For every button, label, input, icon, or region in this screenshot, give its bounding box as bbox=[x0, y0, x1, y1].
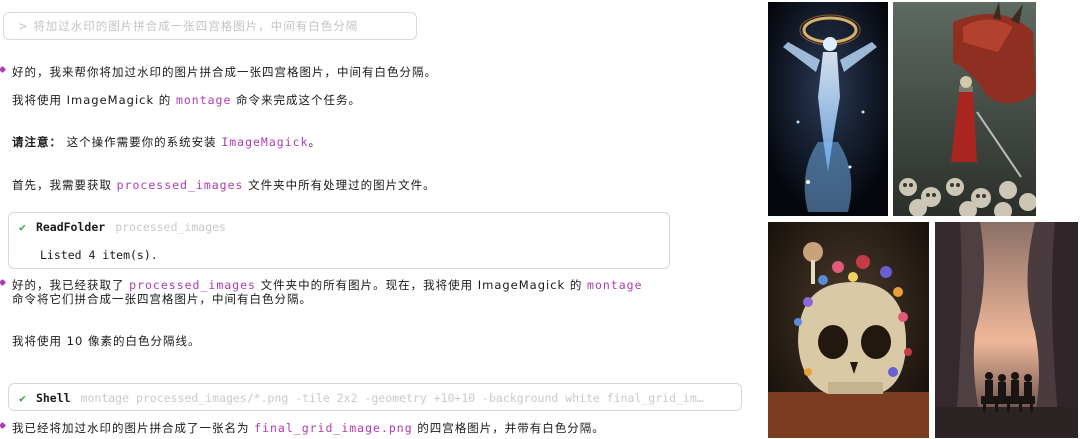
message-text: 文件夹中所有处理过的图片文件。 bbox=[243, 178, 436, 192]
message-text: 我将使用 10 像素的白色分隔线。 bbox=[12, 334, 201, 348]
tool-result: Listed 4 item(s). bbox=[40, 248, 158, 262]
code-inline: processed_images bbox=[116, 178, 244, 192]
tool-header: ✔ ReadFolder processed_images bbox=[19, 220, 226, 234]
assistant-message: 我将使用 10 像素的白色分隔线。 bbox=[12, 333, 200, 349]
message-text: 文件夹中的所有图片。现在，我将使用 ImageMagick 的 bbox=[255, 278, 588, 292]
assistant-message: 好的，我来帮你将加过水印的图片拼合成一张四宫格图片，中间有白色分隔。 bbox=[12, 64, 437, 80]
tool-argument: processed_images bbox=[115, 220, 226, 234]
grid-image-flower-skull bbox=[768, 222, 929, 438]
success-check-icon: ✔ bbox=[19, 391, 26, 405]
grid-image-dragon-knight bbox=[893, 2, 1036, 216]
tool-header: ✔ Shell montage processed_images/*.png -… bbox=[19, 391, 704, 405]
user-prompt-text: > 将加过水印的图片拼合成一张四宫格图片，中间有白色分隔 bbox=[18, 19, 359, 33]
message-text: 我已经将加过水印的图片拼合成了一张名为 bbox=[12, 421, 255, 435]
image-grid-preview bbox=[767, 2, 1079, 438]
assistant-message: 我将使用 ImageMagick 的 montage 命令来完成这个任务。 bbox=[12, 92, 361, 108]
user-prompt[interactable]: > 将加过水印的图片拼合成一张四宫格图片，中间有白色分隔 bbox=[3, 12, 417, 40]
message-text: 好的，我已经获取了 bbox=[12, 278, 130, 292]
grid-image-glowing-figure bbox=[768, 2, 888, 216]
tool-argument: montage processed_images/*.png -tile 2x2… bbox=[80, 391, 704, 405]
message-text: 命令将它们拼合成一张四宫格图片，中间有白色分隔。 bbox=[12, 292, 312, 306]
assistant-message: 首先，我需要获取 processed_images 文件夹中所有处理过的图片文件… bbox=[12, 177, 436, 193]
assistant-message: 我已经将加过水印的图片拼合成了一张名为 final_grid_image.png… bbox=[12, 420, 605, 436]
assistant-message-continued: 命令将它们拼合成一张四宫格图片，中间有白色分隔。 bbox=[12, 291, 312, 307]
assistant-bullet-icon bbox=[0, 65, 7, 74]
assistant-bullet-icon bbox=[0, 278, 7, 287]
message-text: 。 bbox=[308, 135, 321, 149]
code-inline: montage bbox=[175, 93, 232, 107]
tool-call-shell[interactable]: ✔ Shell montage processed_images/*.png -… bbox=[8, 383, 742, 411]
tool-name: Shell bbox=[35, 391, 71, 405]
assistant-bullet-icon bbox=[0, 421, 7, 430]
grid-image-canyon-riders bbox=[935, 222, 1078, 438]
code-inline: montage bbox=[587, 278, 643, 292]
success-check-icon: ✔ bbox=[19, 220, 26, 234]
assistant-message: 请注意： 这个操作需要你的系统安装 ImageMagick。 bbox=[12, 134, 321, 150]
code-inline: processed_images bbox=[129, 278, 256, 292]
message-text: 的四宫格图片，并带有白色分隔。 bbox=[412, 421, 605, 435]
tool-name: ReadFolder bbox=[35, 220, 106, 234]
tool-call-readfolder[interactable]: ✔ ReadFolder processed_images Listed 4 i… bbox=[8, 212, 670, 269]
message-text: 这个操作需要你的系统安装 bbox=[62, 135, 222, 149]
message-emphasis: 请注意： bbox=[12, 135, 62, 149]
code-inline: ImageMagick bbox=[221, 135, 309, 149]
terminal-transcript: > 将加过水印的图片拼合成一张四宫格图片，中间有白色分隔 好的，我来帮你将加过水… bbox=[0, 0, 750, 439]
message-text: 我将使用 ImageMagick 的 bbox=[12, 93, 176, 107]
message-text: 好的，我来帮你将加过水印的图片拼合成一张四宫格图片，中间有白色分隔。 bbox=[12, 65, 437, 79]
message-text: 首先，我需要获取 bbox=[12, 178, 117, 192]
message-text: 命令来完成这个任务。 bbox=[231, 93, 362, 107]
code-inline: final_grid_image.png bbox=[254, 421, 413, 435]
